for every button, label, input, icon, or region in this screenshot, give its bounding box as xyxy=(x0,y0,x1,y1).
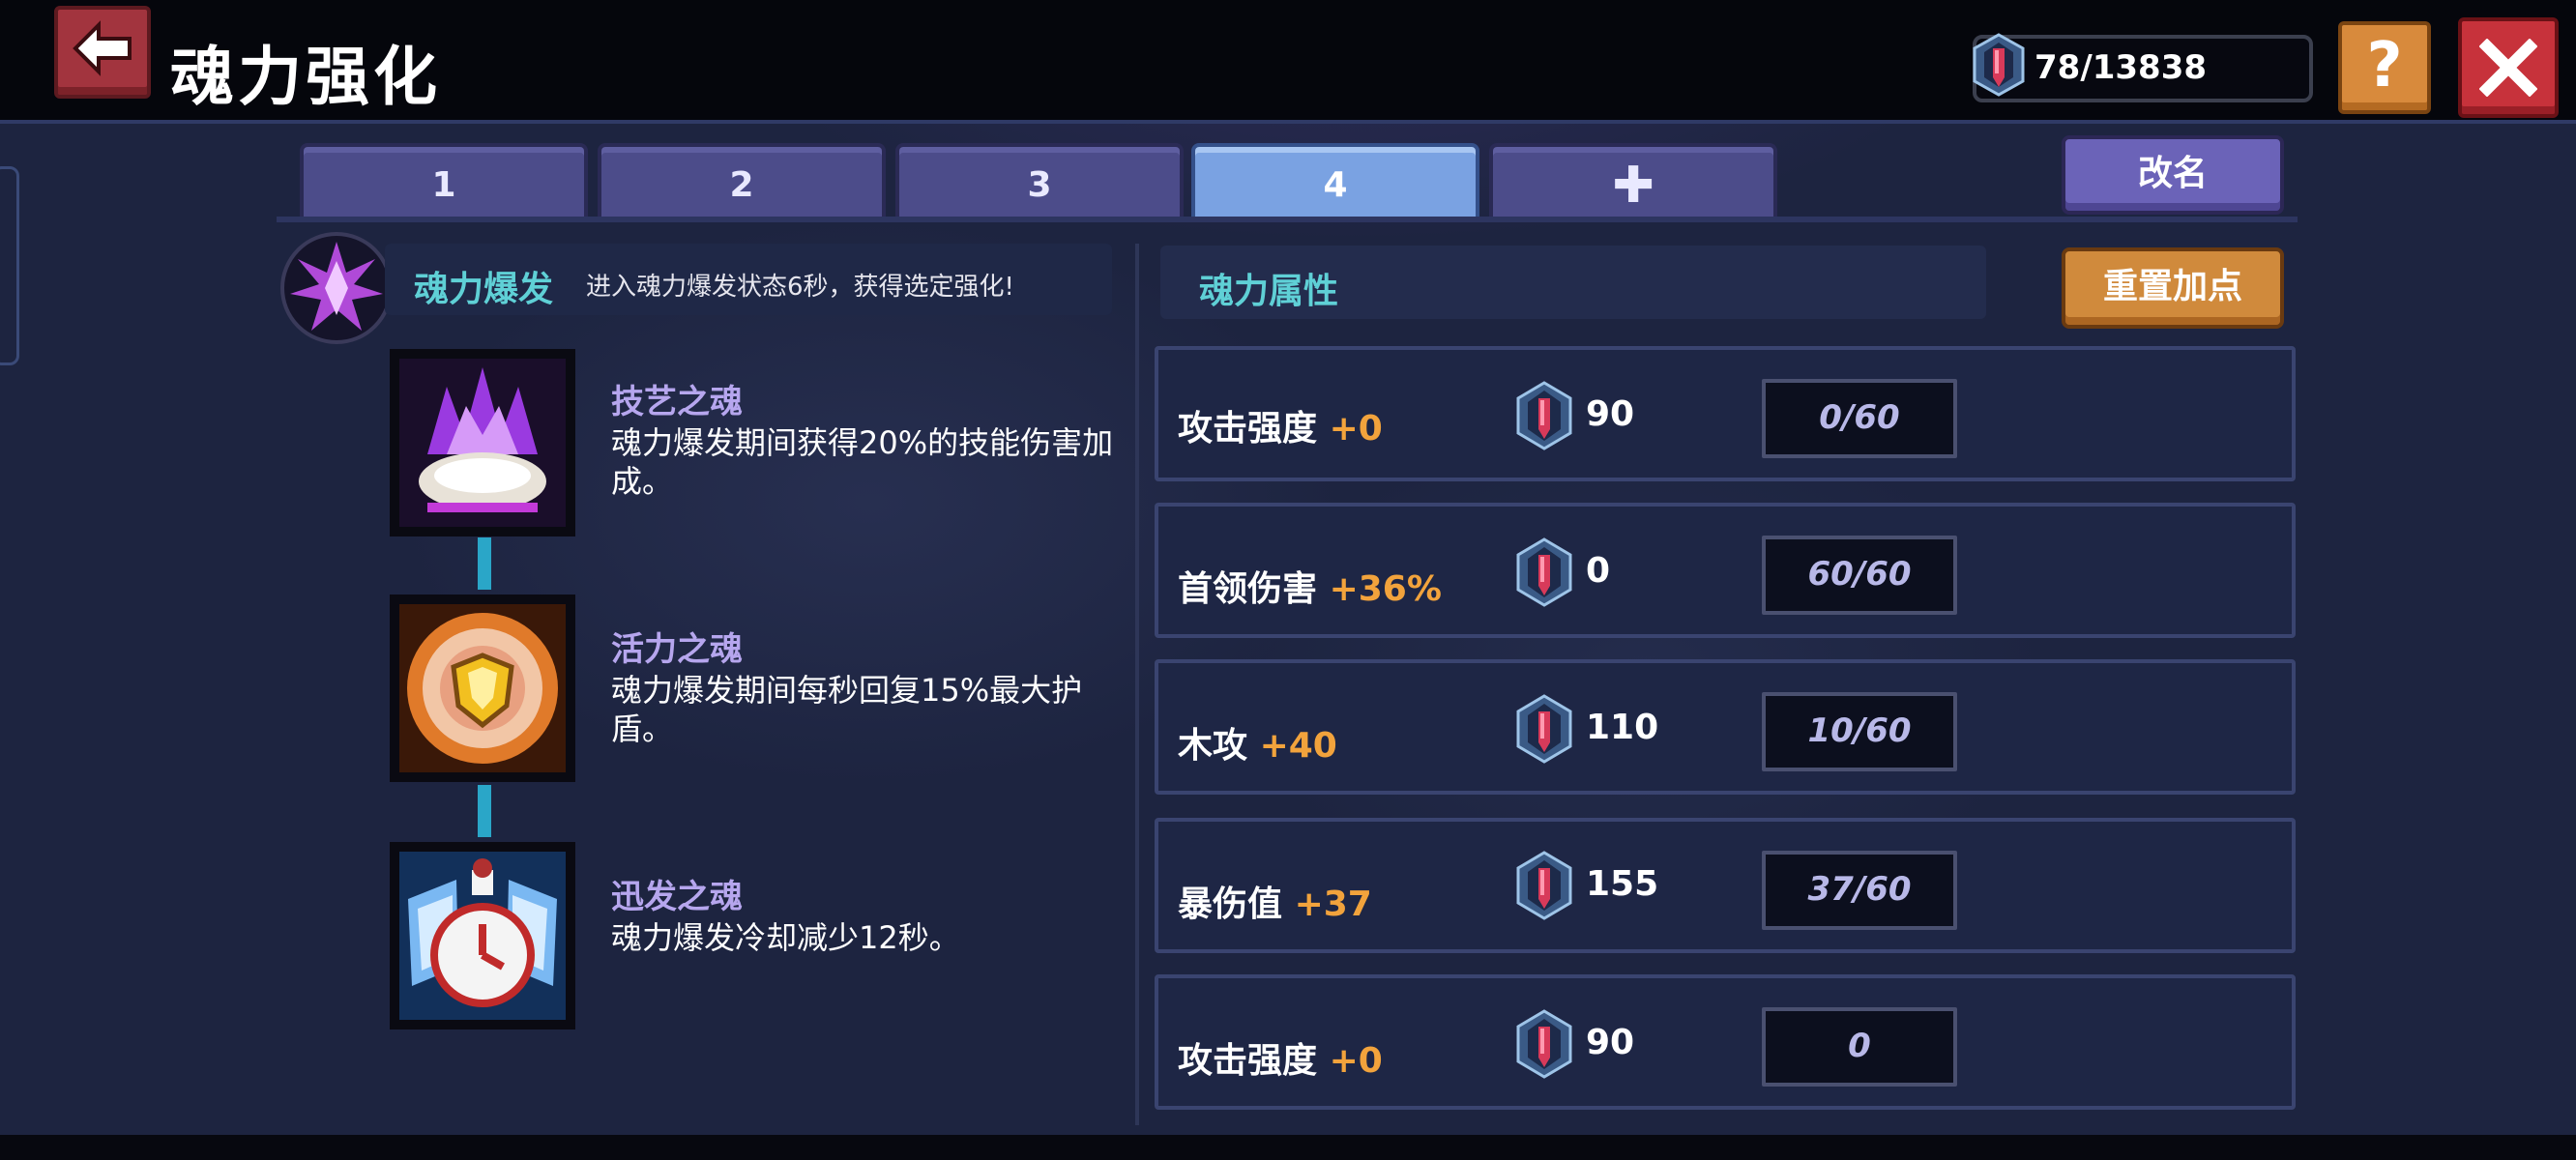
tab-4[interactable]: 4 xyxy=(1191,143,1479,220)
add-tab-button[interactable]: ✚ xyxy=(1489,143,1777,220)
attribute-cost: 0 xyxy=(1586,551,1611,591)
soul-description: 魂力爆发期间获得20%的技能伤害加成。 xyxy=(611,424,1114,500)
attribute-progress: 10/60 xyxy=(1762,692,1957,771)
soul-connector xyxy=(478,785,491,837)
soul-gem-icon xyxy=(1516,381,1572,450)
attribute-cost: 90 xyxy=(1586,1023,1635,1062)
attribute-bonus: +0 xyxy=(1329,409,1383,449)
top-bar-divider xyxy=(0,120,2576,124)
rename-button[interactable]: 改名 xyxy=(2062,135,2284,215)
tab-1[interactable]: 1 xyxy=(300,143,588,220)
tab-3[interactable]: 3 xyxy=(895,143,1184,220)
attribute-name: 暴伤值 +37 xyxy=(1178,884,1372,924)
soul-gem-icon xyxy=(1973,33,2025,97)
soul-description: 魂力爆发期间每秒回复15%最大护盾。 xyxy=(611,672,1083,747)
attribute-progress: 0 xyxy=(1762,1007,1957,1087)
soul-gem-icon xyxy=(1516,537,1572,607)
soul-burst-description: 进入魂力爆发状态6秒，获得选定强化! xyxy=(586,273,1014,302)
attributes-title: 魂力属性 xyxy=(1199,272,1339,311)
soul-gem-icon xyxy=(1516,694,1572,764)
soul-name: 技艺之魂 xyxy=(611,383,743,421)
soul-name: 活力之魂 xyxy=(611,630,743,669)
soul-burst-icon xyxy=(280,232,393,344)
attribute-progress: 0/60 xyxy=(1762,379,1957,458)
soul-description: 魂力爆发冷却减少12秒。 xyxy=(611,919,960,956)
attribute-bonus: +36% xyxy=(1329,569,1442,609)
page-title: 魂力强化 xyxy=(170,40,441,114)
winged-clock-icon[interactable] xyxy=(389,841,576,1030)
attribute-progress: 37/60 xyxy=(1762,851,1957,930)
attribute-progress: 60/60 xyxy=(1762,536,1957,615)
panel-divider xyxy=(1135,244,1139,1125)
side-panel-handle[interactable] xyxy=(0,166,19,365)
bottom-bar xyxy=(0,1135,2576,1160)
attribute-name: 攻击强度 +0 xyxy=(1178,1041,1383,1081)
attribute-bonus: +40 xyxy=(1259,726,1337,766)
attribute-name: 攻击强度 +0 xyxy=(1178,409,1383,449)
attribute-cost: 110 xyxy=(1586,708,1659,747)
back-button[interactable] xyxy=(54,6,151,99)
soul-currency-value: 78/13838 xyxy=(2034,48,2208,87)
attribute-name: 首领伤害 +36% xyxy=(1178,569,1442,609)
tab-2[interactable]: 2 xyxy=(598,143,886,220)
attribute-name: 木攻 +40 xyxy=(1178,726,1337,766)
attribute-cost: 155 xyxy=(1586,864,1659,904)
attribute-bonus: +0 xyxy=(1329,1041,1383,1081)
soul-burst-title: 魂力爆发 xyxy=(414,270,554,309)
soul-gem-icon xyxy=(1516,1009,1572,1079)
attribute-cost: 90 xyxy=(1586,394,1635,434)
tab-bar-underline xyxy=(277,217,2298,222)
close-button[interactable] xyxy=(2458,17,2559,118)
reset-points-button[interactable]: 重置加点 xyxy=(2062,247,2284,329)
attribute-bonus: +37 xyxy=(1294,884,1372,924)
back-arrow-icon xyxy=(73,20,132,76)
help-button[interactable]: ? xyxy=(2338,21,2431,114)
soul-gem-icon xyxy=(1516,851,1572,920)
soul-connector xyxy=(478,537,491,590)
soul-name: 迅发之魂 xyxy=(611,878,743,916)
golden-shield-icon[interactable] xyxy=(389,594,576,783)
purple-flame-shell-icon[interactable] xyxy=(389,348,576,537)
close-icon xyxy=(2479,39,2537,97)
